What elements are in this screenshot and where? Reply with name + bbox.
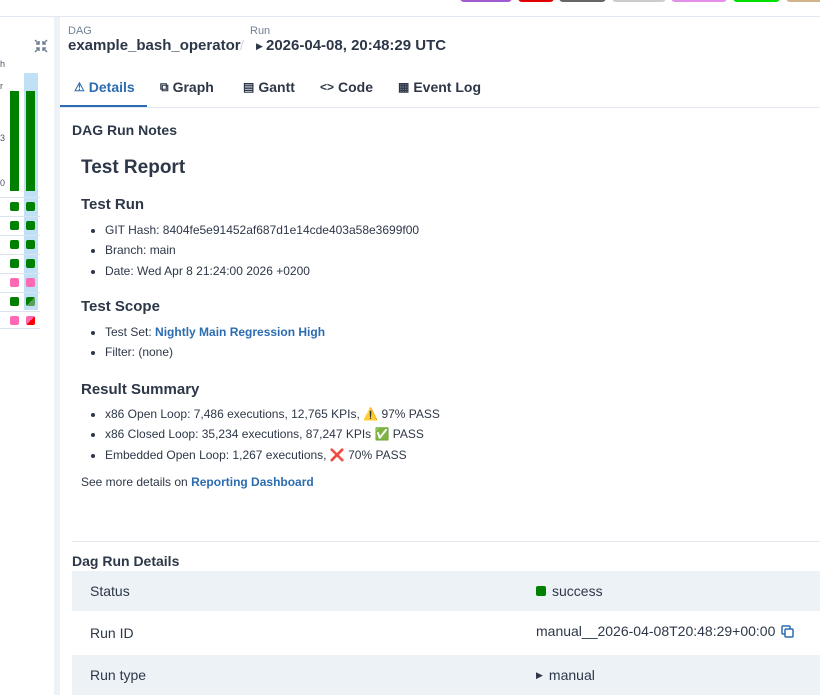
task-instance-cell[interactable] <box>10 202 19 211</box>
breadcrumb-separator: / <box>240 37 244 53</box>
task-instance-cell[interactable] <box>10 278 19 287</box>
section-title: Test Scope <box>81 298 160 315</box>
tab-event-log[interactable]: ▦ Event Log <box>398 77 481 107</box>
details-row-run-id: Run ID manual__2026-04-08T20:48:29+00:00 <box>72 613 820 653</box>
list-item: Branch: main <box>105 240 419 260</box>
legend-pill-7[interactable] <box>786 0 820 2</box>
tab-code[interactable]: <> Code <box>320 77 373 107</box>
main-panel: DAG example_bash_operator / Run ▶ 2026-0… <box>60 17 820 695</box>
task-instance-cell[interactable] <box>10 240 19 249</box>
reporting-dashboard-link[interactable]: Reporting Dashboard <box>191 475 314 489</box>
status-square-icon <box>536 586 546 596</box>
task-instance-cell[interactable] <box>10 259 19 268</box>
task-instance-cell[interactable] <box>26 316 35 325</box>
section-list: x86 Open Loop: 7,486 executions, 12,765 … <box>81 404 440 465</box>
grid-row-line <box>0 197 40 198</box>
task-instance-cell[interactable] <box>26 240 35 249</box>
list-item: x86 Closed Loop: 35,234 executions, 87,2… <box>105 424 440 444</box>
task-instance-cell[interactable] <box>26 202 35 211</box>
section-title: Test Run <box>81 196 145 213</box>
grid-row-line <box>0 254 40 255</box>
tab-gantt[interactable]: ▤ Gantt <box>243 77 295 107</box>
copy-icon[interactable] <box>781 624 795 638</box>
details-key: Status <box>90 583 130 599</box>
top-bar <box>0 0 820 17</box>
notes-title: Test Report <box>81 157 186 178</box>
run-duration-bar[interactable] <box>10 91 19 191</box>
task-instance-cell[interactable] <box>10 297 19 306</box>
run-type-text: manual <box>548 667 595 683</box>
details-key: Run type <box>90 667 147 683</box>
task-instance-cell[interactable] <box>10 221 19 230</box>
tab-graph[interactable]: ⧉ Graph <box>160 77 214 107</box>
task-instance-cell[interactable] <box>26 297 35 306</box>
status-text: success <box>552 583 603 599</box>
tab-label: Graph <box>172 79 214 95</box>
list-item: GIT Hash: 8404fe5e91452af687d1e14cde403a… <box>105 220 419 240</box>
more-prefix: See more details on <box>81 475 192 489</box>
document-icon: ▦ <box>398 80 410 94</box>
details-value: success <box>536 583 603 599</box>
list-item: Date: Wed Apr 8 21:24:00 2026 +0200 <box>105 261 419 281</box>
section-title: Result Summary <box>81 381 200 398</box>
grid-row-line <box>0 235 40 236</box>
legend-pill-2[interactable] <box>518 0 554 2</box>
play-icon: ▶ <box>256 41 263 51</box>
legend-pill-1[interactable] <box>460 0 512 2</box>
legend-pill-3[interactable] <box>559 0 606 2</box>
duration-tick: 0 <box>0 178 6 188</box>
item-prefix: Test Set: <box>105 325 156 339</box>
test-set-link[interactable]: Nightly Main Regression High <box>155 325 325 339</box>
duration-tick: 3 <box>0 133 6 143</box>
details-key: Run ID <box>90 625 134 641</box>
details-row-status: Status success <box>72 571 820 611</box>
breadcrumb-run-label: Run <box>250 25 271 37</box>
details-value: manual__2026-04-08T20:48:29+00:00 <box>536 623 795 639</box>
section-list: Test Set: Nightly Main Regression High F… <box>81 322 325 363</box>
breadcrumb-run-id[interactable]: 2026-04-08, 20:48:29 UTC <box>266 37 446 54</box>
list-item: x86 Open Loop: 7,486 executions, 12,765 … <box>105 404 440 424</box>
list-item: Embedded Open Loop: 1,267 executions, ❌ … <box>105 445 440 465</box>
section-list: GIT Hash: 8404fe5e91452af687d1e14cde403a… <box>81 220 419 281</box>
grid-row-line <box>0 311 40 312</box>
details-value: ▶ manual <box>536 667 595 683</box>
dag-run-notes-heading: DAG Run Notes <box>72 122 177 138</box>
graph-icon: ⧉ <box>160 80 169 94</box>
play-icon: ▶ <box>536 669 543 680</box>
run-duration-bar-selected[interactable] <box>26 91 35 191</box>
collapse-arrows-icon[interactable] <box>34 39 48 53</box>
warning-icon: ⚠ <box>74 80 85 94</box>
legend-pill-4[interactable] <box>612 0 666 2</box>
task-instance-cell[interactable] <box>26 259 35 268</box>
tab-label: Code <box>338 79 374 95</box>
tab-bar: ⚠ Details ⧉ Graph ▤ Gantt <> Code ▦ Even… <box>60 77 820 108</box>
section-divider <box>72 541 820 542</box>
more-details-text: See more details on Reporting Dashboard <box>81 475 314 489</box>
list-item: Test Set: Nightly Main Regression High <box>105 322 325 342</box>
details-row-run-type: Run type ▶ manual <box>72 655 820 695</box>
dag-run-details-heading: Dag Run Details <box>72 553 180 569</box>
grid-row-line <box>0 273 40 274</box>
tab-label: Gantt <box>258 79 295 95</box>
code-icon: <> <box>320 80 335 94</box>
legend-pill-5[interactable] <box>671 0 727 2</box>
duration-tick: h <box>0 59 6 69</box>
tab-details[interactable]: ⚠ Details <box>60 77 147 107</box>
tab-label: Event Log <box>413 79 482 95</box>
list-item: Filter: (none) <box>105 342 325 362</box>
task-instance-cell[interactable] <box>26 278 35 287</box>
grid-row-line <box>0 328 40 329</box>
grid-row-line <box>0 292 40 293</box>
run-id-text: manual__2026-04-08T20:48:29+00:00 <box>536 623 776 639</box>
task-instance-cell[interactable] <box>10 316 19 325</box>
breadcrumb-dag-id[interactable]: example_bash_operator <box>68 37 241 54</box>
legend-pill-6[interactable] <box>733 0 780 2</box>
breadcrumb-dag-label: DAG <box>68 25 92 37</box>
gantt-icon: ▤ <box>243 80 255 94</box>
tab-label: Details <box>88 79 135 95</box>
duration-tick: r <box>0 81 3 91</box>
task-instance-cell[interactable] <box>26 221 35 230</box>
grid-row-line <box>0 216 40 217</box>
